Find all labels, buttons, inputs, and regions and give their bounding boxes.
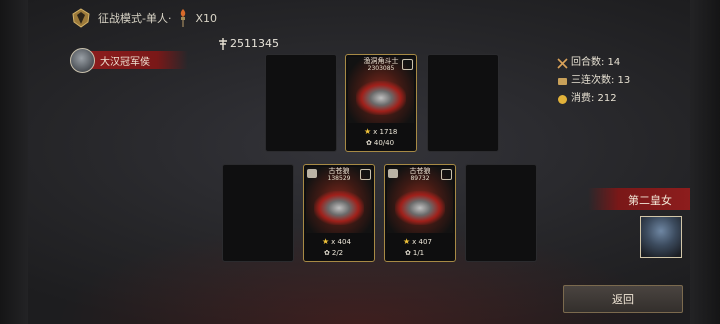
card-slot-empty[interactable] [427, 54, 499, 152]
power-icon [219, 37, 227, 50]
card-stars: x 1718 [373, 127, 398, 136]
card-count-row: ✿ 1/1 [405, 249, 424, 257]
unit-card[interactable]: 古苍狼 138529 ★ x 404 ✿ 2/2 [303, 164, 375, 262]
card-star-row: ★ x 404 [322, 237, 351, 246]
player-avatar[interactable] [70, 48, 95, 73]
card-slot-empty[interactable] [222, 164, 294, 262]
card-count: 2/2 [331, 249, 344, 257]
card-unit-figure [314, 191, 364, 225]
stat-triple-label: 三连次数: 13 [571, 75, 631, 86]
left-edge-shade [0, 0, 28, 324]
card-count: 1/1 [412, 249, 425, 257]
star-icon: ★ [364, 127, 372, 136]
card-star-row: ★ x 1718 [364, 127, 397, 136]
opponent-name: 第二皇女 [628, 194, 672, 207]
crossed-swords-icon [557, 57, 568, 69]
card-slot-empty[interactable] [265, 54, 337, 152]
card-power: 138529 [327, 175, 351, 182]
opponent-tag: 第二皇女 [588, 188, 690, 210]
total-power-value: 2511345 [230, 37, 279, 50]
card-stars: x 407 [412, 237, 432, 246]
total-power: 2511345 [218, 37, 279, 50]
unit-card[interactable]: 渔洞角斗士 2303085 ★ x 1718 ✿ 40/40 [345, 54, 417, 152]
stat-consume-label: 消费: 212 [571, 93, 617, 104]
opponent-portrait[interactable] [640, 216, 682, 258]
mode-title: 征战模式-单人· [98, 12, 172, 25]
card-power: 2303085 [367, 65, 395, 72]
stat-consume: 消费: 212 [557, 90, 630, 108]
mode-multiplier: X10 [195, 11, 218, 25]
battle-stats: 回合数: 14 三连次数: 13 消费: 212 [557, 54, 630, 108]
back-button[interactable]: 返回 [563, 285, 683, 313]
stat-rounds: 回合数: 14 [557, 54, 630, 72]
card-slot-empty[interactable] [465, 164, 537, 262]
star-icon: ★ [403, 237, 411, 246]
helmet-icon [72, 8, 90, 28]
scroll-icon [558, 77, 567, 85]
coin-icon [558, 94, 567, 104]
card-count: 40/40 [373, 139, 395, 147]
card-star-row: ★ x 407 [403, 237, 432, 246]
unit-card[interactable]: 古苍狼 89732 ★ x 407 ✿ 1/1 [384, 164, 456, 262]
card-unit-figure [395, 191, 445, 225]
player-tag: 大汉冠军侯 [70, 48, 188, 73]
right-edge-shade [690, 0, 720, 324]
stat-triple: 三连次数: 13 [557, 72, 630, 90]
stat-rounds-label: 回合数: 14 [571, 57, 621, 68]
paw-icon: ✿ [366, 139, 372, 147]
star-icon: ★ [322, 237, 330, 246]
paw-icon: ✿ [324, 249, 330, 257]
card-stars: x 404 [331, 237, 351, 246]
card-count-row: ✿ 2/2 [324, 249, 343, 257]
card-power: 89732 [410, 175, 430, 182]
card-count-row: ✿ 40/40 [366, 139, 394, 147]
torch-icon [181, 9, 186, 27]
player-name: 大汉冠军侯 [100, 57, 150, 68]
mode-header: 征战模式-单人· X10 [70, 8, 217, 28]
paw-icon: ✿ [405, 249, 411, 257]
card-unit-figure [356, 81, 406, 115]
